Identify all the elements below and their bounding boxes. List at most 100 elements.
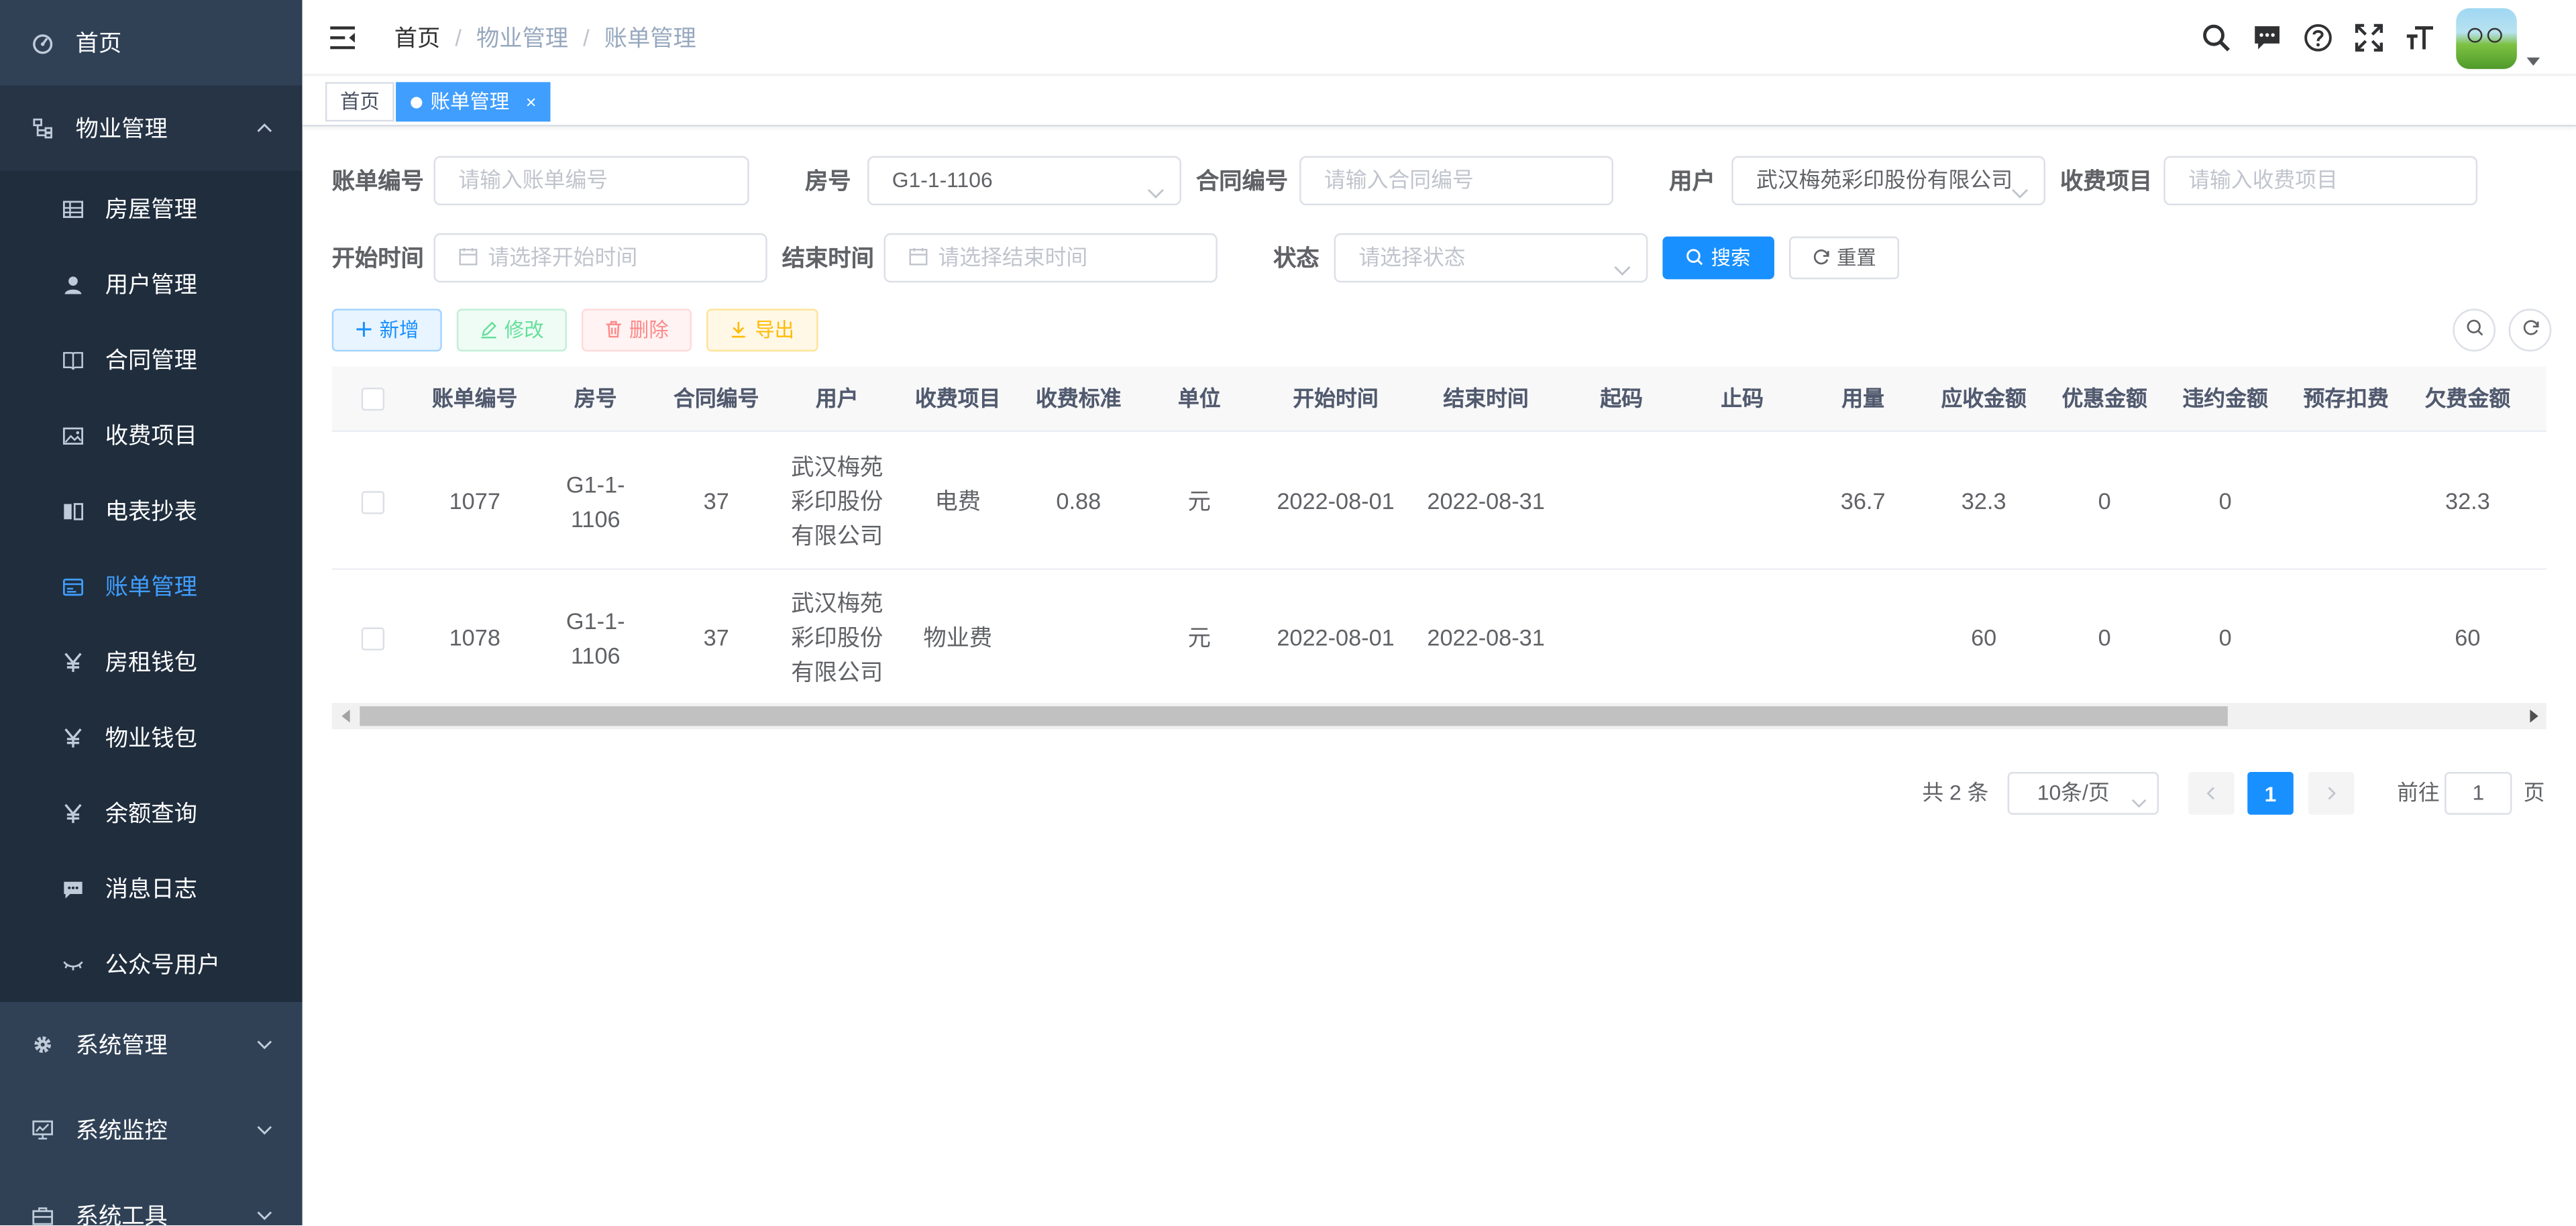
menu-home[interactable]: 首页 bbox=[0, 0, 303, 85]
scroll-thumb[interactable] bbox=[360, 706, 2228, 726]
cell-usage bbox=[1803, 570, 1924, 706]
table-row[interactable]: 1077 G1-1-1106 37 武汉梅苑彩印股份有限公司 电费 0.88 元… bbox=[331, 433, 2546, 570]
user-select[interactable]: 武汉梅苑彩印股份有限公司 bbox=[1731, 156, 2046, 206]
bill-no-input[interactable]: 请输入账单编号 bbox=[433, 156, 749, 206]
sidebar-item-label: 余额查询 bbox=[105, 799, 197, 826]
page-size-select[interactable]: 10条/页 bbox=[2007, 772, 2159, 815]
next-page-button[interactable] bbox=[2308, 772, 2355, 815]
hamburger-icon[interactable] bbox=[329, 23, 358, 52]
navbar: 首页 / 物业管理 / 账单管理 bbox=[302, 0, 2576, 76]
chat-icon[interactable] bbox=[2251, 21, 2284, 54]
sidebar-item-house[interactable]: 房屋管理 bbox=[0, 171, 303, 247]
sidebar-item-balance[interactable]: 余额查询 bbox=[0, 775, 303, 851]
goto-suffix: 页 bbox=[2523, 780, 2545, 805]
contract-input[interactable]: 请输入合同编号 bbox=[1299, 156, 1613, 206]
menu-system-tools[interactable]: 系统工具 bbox=[0, 1173, 303, 1225]
breadcrumb-bills: 账单管理 bbox=[604, 24, 696, 51]
plus-icon bbox=[355, 312, 373, 337]
sidebar-item-meter-reading[interactable]: 电表抄表 bbox=[0, 473, 303, 549]
menu-system-monitor[interactable]: 系统监控 bbox=[0, 1087, 303, 1172]
sidebar-item-bills[interactable]: 账单管理 bbox=[0, 549, 303, 624]
start-time-picker[interactable]: 请选择开始时间 bbox=[433, 233, 767, 283]
search-button[interactable]: 搜索 bbox=[1662, 236, 1774, 280]
page-button-current[interactable]: 1 bbox=[2247, 772, 2294, 815]
sidebar-item-property-wallet[interactable]: 物业钱包 bbox=[0, 700, 303, 775]
fee-item-input[interactable]: 请输入收费项目 bbox=[2163, 156, 2478, 206]
chevron-down-icon bbox=[256, 1207, 272, 1223]
room-select[interactable]: G1-1-1106 bbox=[867, 156, 1181, 206]
tag-bills[interactable]: 账单管理 × bbox=[396, 82, 551, 122]
breadcrumb: 首页 / 物业管理 / 账单管理 bbox=[394, 0, 696, 76]
pagination-total: 共 2 条 bbox=[1922, 780, 1989, 805]
horizontal-scrollbar[interactable] bbox=[331, 703, 2546, 730]
fullscreen-icon[interactable] bbox=[2353, 21, 2385, 54]
row-checkbox-cell bbox=[332, 434, 414, 570]
sidebar-item-label: 用户管理 bbox=[105, 271, 197, 298]
cell-usage: 36.7 bbox=[1840, 488, 1886, 514]
help-icon[interactable] bbox=[2302, 21, 2334, 54]
goto-prefix: 前往 bbox=[2397, 780, 2440, 805]
sidebar-item-rent-wallet[interactable]: 房租钱包 bbox=[0, 624, 303, 700]
cell-arrears: 32.3 bbox=[2445, 488, 2490, 514]
room-select-value: G1-1-1106 bbox=[892, 167, 993, 192]
cell-end-reading bbox=[1682, 434, 1803, 570]
menu-monitor-label: 系统监控 bbox=[75, 1117, 168, 1144]
edit-button[interactable]: 修改 bbox=[456, 309, 567, 352]
delete-button[interactable]: 删除 bbox=[581, 309, 692, 352]
cell-user: 武汉梅苑彩印股份有限公司 bbox=[791, 453, 883, 549]
scroll-left-arrow-icon[interactable] bbox=[341, 709, 350, 723]
menu-system-management[interactable]: 系统管理 bbox=[0, 1002, 303, 1087]
chevron-down-icon bbox=[2011, 172, 2029, 199]
reset-button-label: 重置 bbox=[1836, 246, 1876, 270]
export-button[interactable]: 导出 bbox=[706, 309, 818, 352]
sidebar-item-users[interactable]: 用户管理 bbox=[0, 246, 303, 322]
active-dot bbox=[411, 97, 423, 109]
cell-receivable: 32.3 bbox=[1961, 488, 2006, 514]
row-checkbox[interactable] bbox=[361, 490, 385, 514]
user-icon bbox=[61, 273, 84, 296]
toggle-search-button[interactable] bbox=[2453, 309, 2496, 352]
close-icon[interactable]: × bbox=[526, 94, 537, 113]
tag-home[interactable]: 首页 bbox=[325, 82, 394, 122]
image-icon bbox=[61, 424, 84, 447]
eye-closed-icon bbox=[61, 952, 84, 975]
select-all-checkbox[interactable] bbox=[361, 387, 385, 411]
end-time-placeholder: 请选择结束时间 bbox=[938, 244, 1088, 270]
sidebar-item-message-log[interactable]: 消息日志 bbox=[0, 851, 303, 927]
sidebar-item-fee-items[interactable]: 收费项目 bbox=[0, 398, 303, 473]
add-button[interactable]: 新增 bbox=[331, 309, 442, 352]
refresh-button[interactable] bbox=[2508, 309, 2552, 352]
sidebar-item-contract[interactable]: 合同管理 bbox=[0, 322, 303, 398]
sidebar-item-wechat-users[interactable]: 公众号用户 bbox=[0, 926, 303, 1002]
table-row[interactable]: 1078 G1-1-1106 37 武汉梅苑彩印股份有限公司 物业费 元 202… bbox=[331, 569, 2546, 707]
end-time-picker[interactable]: 请选择结束时间 bbox=[883, 233, 1218, 283]
reading-icon bbox=[61, 499, 84, 522]
refresh-icon bbox=[1812, 240, 1830, 265]
menu-property-management[interactable]: 物业管理 bbox=[0, 85, 303, 171]
goto-page-input[interactable]: 1 bbox=[2445, 772, 2512, 815]
sidebar-item-label: 物业钱包 bbox=[105, 724, 197, 751]
yen-icon bbox=[61, 801, 84, 824]
column-header: 预存扣费 bbox=[2303, 386, 2389, 411]
avatar[interactable] bbox=[2456, 7, 2517, 68]
column-header: 单位 bbox=[1177, 386, 1221, 411]
cell-receivable: 60 bbox=[1971, 624, 1997, 651]
search-icon[interactable] bbox=[2200, 21, 2233, 54]
prev-page-button[interactable] bbox=[2188, 772, 2235, 815]
search-button-label: 搜索 bbox=[1711, 246, 1751, 270]
breadcrumb-home[interactable]: 首页 bbox=[394, 21, 441, 54]
row-checkbox[interactable] bbox=[361, 626, 385, 650]
status-select[interactable]: 请选择状态 bbox=[1334, 233, 1648, 283]
column-header: 账单编号 bbox=[432, 386, 518, 411]
caret-down-icon[interactable] bbox=[2526, 46, 2540, 66]
user-select-value: 武汉梅苑彩印股份有限公司 bbox=[1756, 167, 2013, 192]
font-size-icon[interactable] bbox=[2404, 21, 2436, 54]
reset-button[interactable]: 重置 bbox=[1788, 236, 1900, 280]
start-time-label: 开始时间 bbox=[331, 244, 424, 272]
tag-bills-label: 账单管理 bbox=[430, 90, 510, 113]
status-label: 状态 bbox=[1273, 244, 1320, 272]
fee-item-label: 收费项目 bbox=[2060, 167, 2153, 194]
chevron-down-icon bbox=[256, 1036, 272, 1052]
scroll-right-arrow-icon[interactable] bbox=[2530, 709, 2538, 723]
cell-unit: 元 bbox=[1187, 624, 1211, 651]
